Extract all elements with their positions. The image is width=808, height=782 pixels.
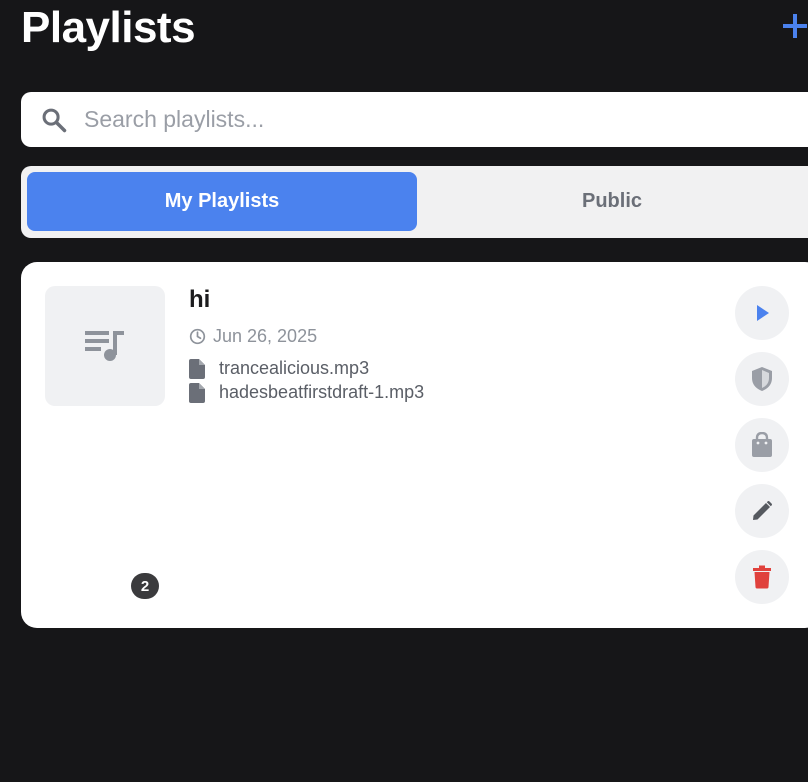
search-bar bbox=[21, 92, 808, 147]
playlist-date: Jun 26, 2025 bbox=[189, 326, 317, 347]
delete-button[interactable] bbox=[735, 550, 789, 604]
page-title: Playlists bbox=[21, 3, 196, 52]
track-name: hadesbeatfirstdraft-1.mp3 bbox=[219, 382, 425, 402]
shield-icon bbox=[752, 367, 772, 391]
playlist-music-icon bbox=[85, 331, 124, 361]
tab-public[interactable]: Public bbox=[417, 172, 807, 231]
plus-icon bbox=[783, 14, 807, 38]
playlist-thumbnail bbox=[45, 286, 165, 406]
playlist-tabs: My Playlists Public bbox=[21, 166, 808, 238]
trash-icon bbox=[753, 565, 771, 589]
track-name: trancealicious.mp3 bbox=[219, 358, 370, 378]
playlist-date-text: Jun 26, 2025 bbox=[213, 326, 318, 346]
edit-button[interactable] bbox=[735, 484, 789, 538]
tab-my-playlists[interactable]: My Playlists bbox=[27, 172, 417, 231]
track-count-badge: 2 bbox=[131, 573, 159, 599]
pencil-icon bbox=[753, 501, 772, 520]
purchase-button[interactable] bbox=[735, 418, 789, 472]
track-item: trancealicious.mp3 bbox=[189, 358, 369, 379]
file-icon bbox=[189, 382, 211, 403]
play-button[interactable] bbox=[735, 286, 789, 340]
shopping-bag-icon bbox=[752, 432, 772, 457]
playlist-card[interactable]: 2 hi Jun 26, 2025 trancealicious.mp3 had… bbox=[21, 262, 808, 628]
play-icon bbox=[757, 305, 769, 321]
file-icon bbox=[189, 358, 211, 379]
search-icon bbox=[39, 105, 69, 135]
search-input[interactable] bbox=[82, 105, 686, 134]
track-item: hadesbeatfirstdraft-1.mp3 bbox=[189, 382, 424, 403]
privacy-button[interactable] bbox=[735, 352, 789, 406]
clock-icon bbox=[189, 328, 206, 345]
playlist-title: hi bbox=[189, 286, 211, 313]
add-playlist-button[interactable] bbox=[778, 8, 808, 44]
